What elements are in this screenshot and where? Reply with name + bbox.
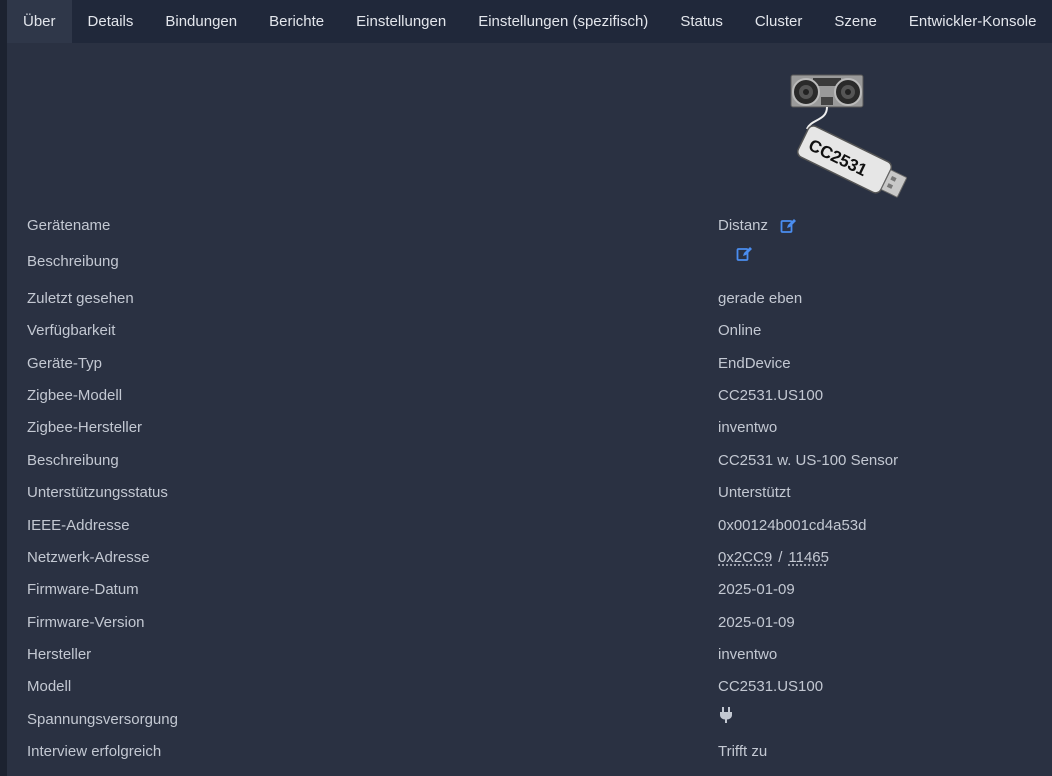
row-interview: Interview erfolgreich Trifft zu: [27, 736, 1037, 768]
model-link[interactable]: CC2531.US100: [718, 671, 823, 703]
row-ieee-address: IEEE-Addresse 0x00124b001cd4a53d: [27, 510, 1037, 542]
support-status-label: Unterstützungsstatus: [27, 484, 168, 501]
row-manufacturer: Hersteller inventwo: [27, 639, 1037, 671]
description-link[interactable]: CC2531 w. US-100 Sensor: [718, 445, 898, 477]
tab-bindungen[interactable]: Bindungen: [149, 0, 253, 43]
zigbee-model-value: CC2531.US100: [718, 387, 824, 404]
zigbee-model-label: Zigbee-Modell: [27, 387, 123, 404]
row-model: Modell CC2531.US100: [27, 671, 1037, 703]
network-address-dec: 11465: [788, 549, 829, 566]
ieee-address-value: 0x00124b001cd4a53d: [718, 517, 867, 534]
model-label: Modell: [27, 678, 72, 695]
tab-details[interactable]: Details: [72, 0, 150, 43]
tab-cluster[interactable]: Cluster: [739, 0, 819, 43]
tab-entwickler-konsole[interactable]: Entwickler-Konsole: [893, 0, 1052, 43]
manufacturer-link[interactable]: inventwo: [718, 639, 777, 671]
interview-label: Interview erfolgreich: [27, 743, 162, 760]
device-name-value-wrap: Distanz: [718, 210, 797, 242]
network-address-hex: 0x2CC9: [718, 549, 773, 566]
row-support-status: Unterstützungsstatus Unterstützt: [27, 477, 1037, 509]
row-device-type: Geräte-Typ EndDevice: [27, 348, 1037, 380]
tab-einstellungen[interactable]: Einstellungen: [340, 0, 462, 43]
availability-label: Verfügbarkeit: [27, 322, 116, 339]
firmware-date-value: 2025-01-09: [718, 581, 795, 598]
row-availability: Verfügbarkeit Online: [27, 315, 1037, 347]
device-image: CC2531: [785, 73, 915, 208]
description-edit-value-wrap: [718, 246, 752, 262]
row-device-name: Gerätename Distanz: [27, 210, 1037, 242]
tab-einstellungen-spezifisch[interactable]: Einstellungen (spezifisch): [462, 0, 664, 43]
tab-bar: Über Details Bindungen Berichte Einstell…: [7, 0, 1052, 43]
row-firmware-date: Firmware-Datum 2025-01-09: [27, 574, 1037, 606]
tab-szene[interactable]: Szene: [818, 0, 893, 43]
manufacturer-label: Hersteller: [27, 646, 92, 663]
row-firmware-version: Firmware-Version 2025-01-09: [27, 607, 1037, 639]
support-status-value: Unterstützt: [718, 484, 791, 501]
power-source-label: Spannungsversorgung: [27, 711, 178, 728]
interview-value: Trifft zu: [718, 743, 768, 760]
row-description: Beschreibung CC2531 w. US-100 Sensor: [27, 445, 1037, 477]
tab-status[interactable]: Status: [664, 0, 739, 43]
tab-berichte[interactable]: Berichte: [253, 0, 340, 43]
network-address-label: Netzwerk-Adresse: [27, 549, 150, 566]
description-edit-label: Beschreibung: [27, 253, 119, 270]
row-power-source: Spannungsversorgung: [27, 704, 1037, 736]
availability-value: Online: [718, 322, 762, 339]
firmware-version-label: Firmware-Version: [27, 614, 145, 631]
row-network-address: Netzwerk-Adresse 0x2CC9 / 11465: [27, 542, 1037, 574]
device-type-value: EndDevice: [718, 355, 791, 372]
plug-icon: [718, 704, 734, 723]
network-address-separator: /: [778, 549, 783, 566]
zigbee-manufacturer-value: inventwo: [718, 419, 778, 436]
description-label: Beschreibung: [27, 452, 119, 469]
device-name-label: Gerätename: [27, 217, 111, 234]
left-edge-bar: [0, 0, 7, 776]
ieee-address-label: IEEE-Addresse: [27, 517, 130, 534]
zigbee-manufacturer-label: Zigbee-Hersteller: [27, 419, 143, 436]
last-seen-value: gerade eben: [718, 290, 803, 307]
power-source-value: [718, 704, 734, 723]
about-panel: CC2531 Gerätename Distanz Beschreibung Z…: [7, 43, 1052, 776]
network-address-value: 0x2CC9 / 11465: [718, 542, 829, 574]
tab-ueber[interactable]: Über: [7, 0, 72, 43]
device-type-label: Geräte-Typ: [27, 355, 103, 372]
firmware-date-label: Firmware-Datum: [27, 581, 139, 598]
last-seen-label: Zuletzt gesehen: [27, 290, 134, 307]
row-last-seen: Zuletzt gesehen gerade eben: [27, 283, 1037, 315]
row-zigbee-manufacturer: Zigbee-Hersteller inventwo: [27, 412, 1037, 444]
edit-icon[interactable]: [780, 218, 797, 234]
edit-icon[interactable]: [736, 246, 752, 262]
row-zigbee-model: Zigbee-Modell CC2531.US100: [27, 380, 1037, 412]
device-name-value: Distanz: [718, 217, 769, 234]
row-description-edit: Beschreibung: [27, 246, 1037, 278]
firmware-version-value: 2025-01-09: [718, 614, 795, 631]
